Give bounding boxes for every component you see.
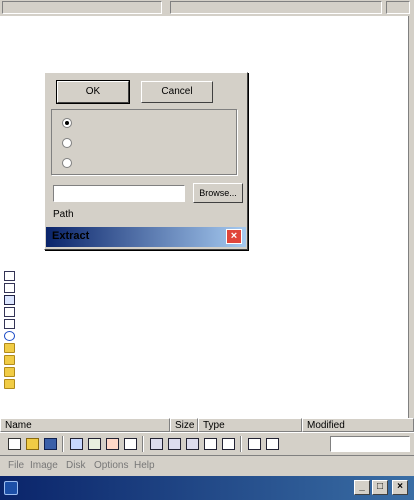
- cd-icon[interactable]: [248, 438, 261, 450]
- status-grip: [386, 1, 410, 14]
- extract-icon[interactable]: [88, 438, 101, 450]
- toolbar-separator: [142, 436, 144, 452]
- status-free-space: [2, 1, 162, 14]
- folder-icon: [4, 379, 15, 389]
- document-icon: [4, 283, 15, 293]
- close-icon: ×: [230, 230, 238, 242]
- view-icon[interactable]: [150, 438, 163, 450]
- extract-dialog: OK Cancel Browse... Path Extract ×: [44, 72, 248, 250]
- cancel-button[interactable]: Cancel: [141, 81, 213, 103]
- table-row[interactable]: [0, 330, 408, 342]
- radio-ignore-subdirectories[interactable]: [62, 158, 72, 168]
- table-row[interactable]: [0, 294, 408, 306]
- toolbar: [0, 432, 414, 456]
- menu-disk[interactable]: Disk: [66, 460, 85, 471]
- save-icon[interactable]: [44, 438, 57, 450]
- close-icon: ×: [397, 481, 403, 492]
- menu-help[interactable]: Help: [134, 460, 155, 471]
- folder-icon: [4, 355, 15, 365]
- document-icon: [4, 319, 15, 329]
- help-icon[interactable]: [266, 438, 279, 450]
- minimize-icon: _: [359, 481, 365, 492]
- status-bar: [0, 0, 414, 17]
- vertical-scrollbar[interactable]: [408, 16, 414, 418]
- dialog-title: Extract: [52, 230, 90, 242]
- document-icon: [4, 271, 15, 281]
- maximize-button[interactable]: □: [372, 480, 388, 495]
- path-label: Path: [53, 209, 74, 220]
- view-list-icon[interactable]: [168, 438, 181, 450]
- properties-icon[interactable]: [124, 438, 137, 450]
- table-row[interactable]: [0, 282, 408, 294]
- open-icon[interactable]: [26, 438, 39, 450]
- column-header-size[interactable]: Size: [170, 418, 198, 432]
- table-row[interactable]: [0, 270, 408, 282]
- new-icon[interactable]: [8, 438, 21, 450]
- radio-extract-with-path[interactable]: [62, 118, 72, 128]
- dialog-title-bar[interactable]: Extract ×: [46, 227, 246, 247]
- folder-icon: [4, 367, 15, 377]
- maximize-icon: □: [376, 481, 384, 492]
- extract-options-group: [51, 109, 237, 175]
- table-row[interactable]: [0, 366, 408, 378]
- menu-options[interactable]: Options: [94, 460, 128, 471]
- menu-bar: File Image Disk Options Help: [0, 456, 414, 476]
- extract-directory-input[interactable]: [53, 185, 185, 202]
- menu-file[interactable]: File: [8, 460, 24, 471]
- folder-up-icon[interactable]: [204, 438, 217, 450]
- file-list: [0, 270, 408, 390]
- radio-extract-same-directory[interactable]: [62, 138, 72, 148]
- info-icon: [4, 331, 15, 341]
- browse-button[interactable]: Browse...: [193, 183, 243, 203]
- menu-image[interactable]: Image: [30, 460, 58, 471]
- column-header-type[interactable]: Type: [198, 418, 302, 432]
- application-icon: [4, 295, 15, 305]
- table-row[interactable]: [0, 318, 408, 330]
- close-button[interactable]: ×: [392, 480, 408, 495]
- table-row[interactable]: [0, 342, 408, 354]
- app-icon[interactable]: [4, 481, 18, 495]
- title-bar[interactable]: _ □ ×: [0, 476, 414, 500]
- new-folder-icon[interactable]: [222, 438, 235, 450]
- column-header-name[interactable]: Name: [0, 418, 170, 432]
- table-row[interactable]: [0, 354, 408, 366]
- folder-icon: [4, 343, 15, 353]
- toolbar-separator: [240, 436, 242, 452]
- inject-icon[interactable]: [70, 438, 83, 450]
- document-icon: [4, 307, 15, 317]
- view-details-icon[interactable]: [186, 438, 199, 450]
- column-header-modified[interactable]: Modified: [302, 418, 414, 432]
- minimize-button[interactable]: _: [354, 480, 370, 495]
- dialog-close-button[interactable]: ×: [226, 229, 242, 244]
- table-row[interactable]: [0, 378, 408, 390]
- delete-icon[interactable]: [106, 438, 119, 450]
- toolbar-separator: [62, 436, 64, 452]
- status-file-count: [170, 1, 382, 14]
- table-row[interactable]: [0, 306, 408, 318]
- column-header: Name Size Type Modified: [0, 418, 414, 432]
- ok-button[interactable]: OK: [56, 80, 130, 104]
- volume-label-field[interactable]: [330, 436, 410, 452]
